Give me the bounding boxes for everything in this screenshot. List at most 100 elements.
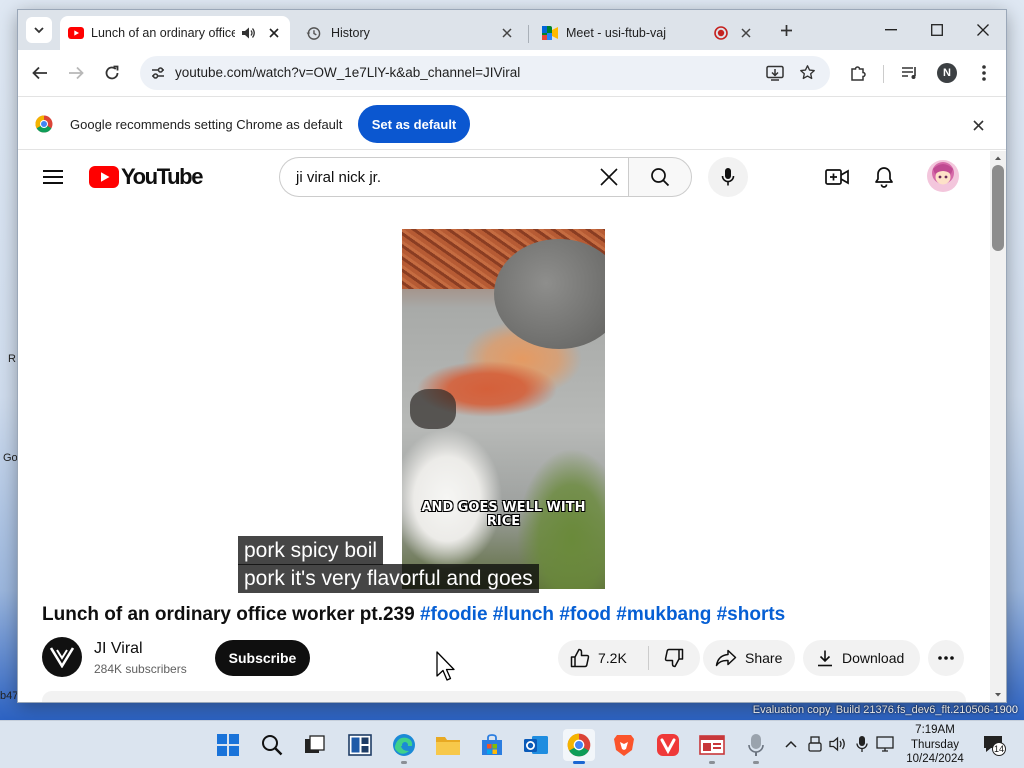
new-tab-button[interactable] — [766, 16, 806, 44]
notification-center-button[interactable]: 14 — [983, 733, 1006, 756]
profile-avatar[interactable]: N — [937, 63, 957, 83]
notifications-button[interactable] — [874, 166, 894, 188]
back-button[interactable] — [28, 61, 52, 85]
taskbar-clock[interactable]: 7:19AM Thursday 10/24/2024 — [896, 723, 974, 767]
tray-usb[interactable] — [806, 735, 824, 753]
tray-network[interactable] — [876, 735, 894, 753]
back-arrow-icon — [32, 66, 47, 80]
reload-button[interactable] — [100, 61, 124, 85]
youtube-logo[interactable]: YouTube — [89, 164, 203, 190]
taskbar-recorder[interactable] — [740, 729, 772, 764]
taskbar-app-window[interactable] — [696, 729, 728, 764]
video-title-text: Lunch of an ordinary office worker pt.23… — [42, 604, 415, 625]
channel-logo-icon — [49, 647, 75, 668]
chrome-menu-button[interactable] — [972, 61, 996, 85]
tab-close-button[interactable] — [738, 25, 754, 41]
channel-avatar[interactable] — [42, 637, 82, 677]
taskbar-store[interactable] — [476, 729, 508, 761]
video-hashtags[interactable]: #foodie #lunch #food #mukbang #shorts — [420, 604, 785, 625]
clock-date: 10/24/2024 — [906, 753, 964, 765]
address-bar[interactable]: youtube.com/watch?v=OW_1e7LlY-k&ab_chann… — [140, 56, 830, 90]
download-label: Download — [842, 650, 905, 666]
taskbar-outlook[interactable] — [520, 729, 552, 761]
meet-favicon-icon — [542, 26, 558, 40]
infobar-close-button[interactable] — [970, 117, 986, 133]
subscribe-button[interactable]: Subscribe — [215, 640, 310, 676]
widgets-button[interactable] — [344, 729, 376, 761]
like-button[interactable]: 7.2K — [558, 640, 648, 676]
channel-name[interactable]: JI Viral — [94, 640, 143, 658]
bookmark-star-icon[interactable] — [799, 64, 816, 81]
maximize-icon — [931, 24, 943, 36]
mouse-cursor-icon — [436, 651, 455, 681]
tab-youtube-video[interactable]: Lunch of an ordinary office — [60, 16, 290, 50]
close-window-button[interactable] — [963, 16, 1003, 44]
puzzle-icon — [851, 66, 866, 81]
create-button[interactable] — [825, 167, 849, 187]
tab-close-button[interactable] — [266, 25, 282, 41]
outlook-icon — [524, 736, 548, 754]
close-icon — [269, 28, 279, 38]
media-controls-button[interactable] — [898, 61, 922, 85]
tray-volume[interactable] — [829, 735, 847, 753]
hamburger-menu-button[interactable] — [42, 169, 64, 185]
taskbar-brave[interactable] — [608, 729, 640, 761]
start-button[interactable] — [212, 729, 244, 761]
share-icon — [715, 649, 737, 667]
taskbar-vivaldi[interactable] — [652, 729, 684, 761]
search-icon — [651, 168, 670, 187]
forward-button[interactable] — [64, 61, 88, 85]
chrome-window: Lunch of an ordinary office History Meet… — [18, 10, 1006, 702]
set-as-default-button[interactable]: Set as default — [358, 105, 470, 143]
url-text[interactable]: youtube.com/watch?v=OW_1e7LlY-k&ab_chann… — [175, 65, 520, 80]
search-button[interactable] — [628, 157, 692, 197]
scroll-up-arrow-icon[interactable] — [990, 153, 1006, 163]
speaker-audio-icon[interactable] — [241, 26, 256, 40]
scroll-down-arrow-icon[interactable] — [990, 690, 1006, 700]
minimize-button[interactable] — [871, 16, 911, 44]
tab-meet[interactable]: Meet - usi-ftub-vaj — [534, 16, 762, 50]
voice-search-button[interactable] — [708, 157, 748, 197]
minimize-icon — [885, 29, 897, 31]
extensions-button[interactable] — [846, 61, 870, 85]
taskbar-chrome[interactable] — [563, 729, 595, 764]
youtube-favicon-icon — [68, 27, 84, 39]
install-app-icon[interactable] — [766, 65, 784, 81]
site-settings-icon[interactable] — [150, 65, 166, 81]
account-avatar[interactable] — [927, 160, 959, 192]
scrollbar-thumb[interactable] — [992, 165, 1004, 251]
clear-search-button[interactable] — [600, 168, 618, 186]
tab-close-button[interactable] — [499, 25, 515, 41]
browser-toolbar: youtube.com/watch?v=OW_1e7LlY-k&ab_chann… — [18, 50, 1006, 96]
dislike-button[interactable] — [649, 640, 699, 676]
infobar-message: Google recommends setting Chrome as defa… — [70, 117, 343, 132]
history-icon — [306, 26, 321, 40]
download-icon — [818, 650, 832, 667]
taskbar-edge[interactable] — [388, 729, 420, 764]
tray-overflow-button[interactable] — [782, 735, 800, 753]
search-input[interactable]: ji viral nick jr. — [279, 157, 629, 197]
edge-icon — [393, 734, 415, 756]
tray-microphone[interactable] — [853, 735, 871, 753]
windows-taskbar: 7:19AM Thursday 10/24/2024 14 — [0, 720, 1024, 768]
more-horizontal-icon — [938, 656, 954, 660]
more-actions-button[interactable] — [928, 640, 964, 676]
share-button[interactable]: Share — [703, 640, 795, 676]
maximize-button[interactable] — [917, 16, 957, 44]
task-view-button[interactable] — [299, 729, 331, 761]
desktop-icon-label[interactable]: b47 — [0, 690, 18, 702]
clock-time: 7:19AM — [915, 724, 955, 736]
search-query[interactable]: ji viral nick jr. — [296, 169, 381, 186]
desktop-icon-label[interactable]: Go — [3, 452, 18, 464]
subtitle-line: pork spicy boil — [238, 536, 384, 565]
task-view-icon — [305, 735, 325, 753]
media-playlist-icon — [902, 67, 916, 79]
taskbar-file-explorer[interactable] — [432, 729, 464, 761]
video-player[interactable]: AND GOES WELL WITH RICE — [402, 229, 605, 589]
desktop-icon-label[interactable]: R — [8, 353, 16, 365]
search-button[interactable] — [256, 729, 288, 761]
tab-history[interactable]: History — [300, 16, 522, 50]
tab-search-button[interactable] — [26, 17, 52, 43]
download-button[interactable]: Download — [803, 640, 920, 676]
description-box[interactable] — [42, 691, 966, 702]
